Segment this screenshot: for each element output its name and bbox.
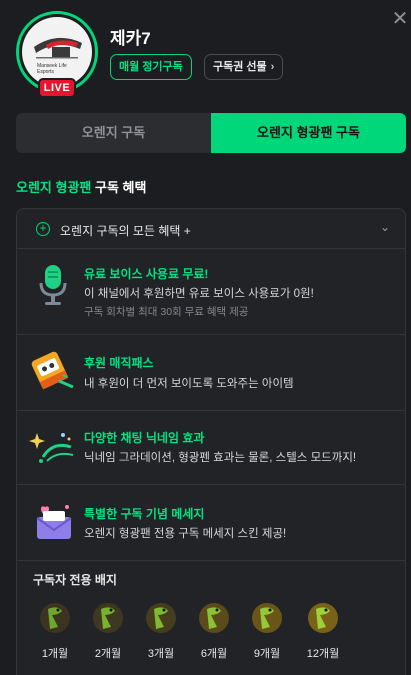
badge-label: 2개월 — [94, 648, 122, 660]
benefit-item-magicpass: 후원 매직패스 내 후원이 더 먼저 보이도록 도와주는 아이템 — [17, 335, 405, 411]
dino-badge-icon — [308, 603, 338, 633]
badge-1-month: 1개월 — [33, 601, 77, 661]
chevron-down-icon: ⌄ — [379, 220, 390, 234]
benefit-desc: 내 후원이 더 먼저 보이도록 도와주는 아이템 — [84, 378, 294, 390]
benefit-desc: 이 채널에서 후원하면 유료 보이스 사용료가 0원! — [84, 288, 314, 300]
avatar-text: Manseek Life Esports — [37, 63, 67, 75]
badge-3-months: 3개월 — [139, 601, 183, 661]
benefit-item-nickname: 다양한 채팅 닉네임 효과 닉네임 그라데이션, 형광펜 효과는 물론, 스텔스… — [17, 411, 405, 485]
badge-section-title: 구독자 전용 배지 — [33, 573, 117, 587]
plus-circle-icon: + — [36, 222, 50, 236]
badge-label: 6개월 — [200, 648, 228, 660]
benefit-sub: 구독 회차별 최대 30회 무료 혜택 제공 — [84, 306, 249, 318]
badge-9-months: 9개월 — [245, 601, 289, 661]
monthly-subscription-button[interactable]: 매월 정기구독 — [110, 54, 192, 80]
dino-badge-icon — [146, 603, 176, 633]
all-benefits-label: 오렌지 구독의 모든 혜택 + — [60, 224, 191, 238]
tab-orange-fan-subscription[interactable]: 오렌지 형광팬 구독 — [211, 113, 406, 153]
gift-subscription-label: 구독권 선물 — [213, 61, 267, 73]
monthly-subscription-label: 매월 정기구독 — [119, 61, 183, 73]
benefit-item-voice: 유료 보이스 사용료 무료! 이 채널에서 후원하면 유료 보이스 사용료가 0… — [17, 249, 405, 335]
benefits-panel: + 오렌지 구독의 모든 혜택 + ⌄ 유료 보이스 사용료 무료! 이 채널에… — [16, 208, 406, 675]
benefit-title: 특별한 구독 기념 메세지 — [84, 507, 205, 521]
benefit-title: 후원 매직패스 — [84, 356, 154, 370]
streamer-name: 제카7 — [110, 29, 151, 48]
badge-12-months: 12개월 — [301, 601, 345, 661]
all-benefits-toggle[interactable]: + 오렌지 구독의 모든 혜택 + ⌄ — [17, 209, 405, 249]
microphone-icon — [29, 261, 77, 309]
benefit-title: 다양한 채팅 닉네임 효과 — [84, 431, 205, 445]
section-title-rest: 구독 혜택 — [91, 180, 147, 195]
dino-badge-icon — [93, 603, 123, 633]
badge-list: 1개월 2개월 3개월 6개월 9개월 12개월 — [29, 601, 369, 671]
badge-label: 12개월 — [306, 648, 340, 660]
benefit-title: 유료 보이스 사용료 무료! — [84, 267, 209, 281]
section-title-highlight: 오렌지 형광팬 — [16, 180, 92, 195]
benefit-desc: 닉네임 그라데이션, 형광펜 효과는 물론, 스텔스 모드까지! — [84, 452, 357, 464]
tab-orange-subscription[interactable]: 오렌지 구독 — [16, 113, 211, 153]
badge-6-months: 6개월 — [192, 601, 236, 661]
dino-badge-icon — [199, 603, 229, 633]
badge-label: 3개월 — [147, 648, 175, 660]
dino-badge-icon — [252, 603, 282, 633]
benefit-desc: 오렌지 형광팬 전용 구독 메세지 스킨 제공! — [84, 528, 287, 540]
magic-pass-icon — [29, 347, 77, 395]
dino-badge-icon — [40, 603, 70, 633]
badge-2-months: 2개월 — [86, 601, 130, 661]
sparkle-effect-icon — [29, 423, 77, 471]
channel-header: Manseek Life Esports LIVE 제카7 매월 정기구독 구독… — [16, 11, 396, 103]
gift-subscription-button[interactable]: 구독권 선물 › — [204, 54, 284, 80]
benefits-section-title: 오렌지 형광팬 구독 혜택 — [16, 177, 146, 196]
subscription-tabs: 오렌지 구독 오렌지 형광팬 구독 — [16, 113, 406, 153]
badge-label: 1개월 — [41, 648, 69, 660]
badge-label: 9개월 — [253, 648, 281, 660]
benefit-item-message: 특별한 구독 기념 메세지 오렌지 형광팬 전용 구독 메세지 스킨 제공! — [17, 485, 405, 561]
live-badge: LIVE — [38, 78, 76, 98]
avatar-wrap[interactable]: Manseek Life Esports LIVE — [16, 11, 98, 98]
chevron-right-icon: › — [270, 61, 275, 73]
envelope-icon — [29, 497, 77, 545]
